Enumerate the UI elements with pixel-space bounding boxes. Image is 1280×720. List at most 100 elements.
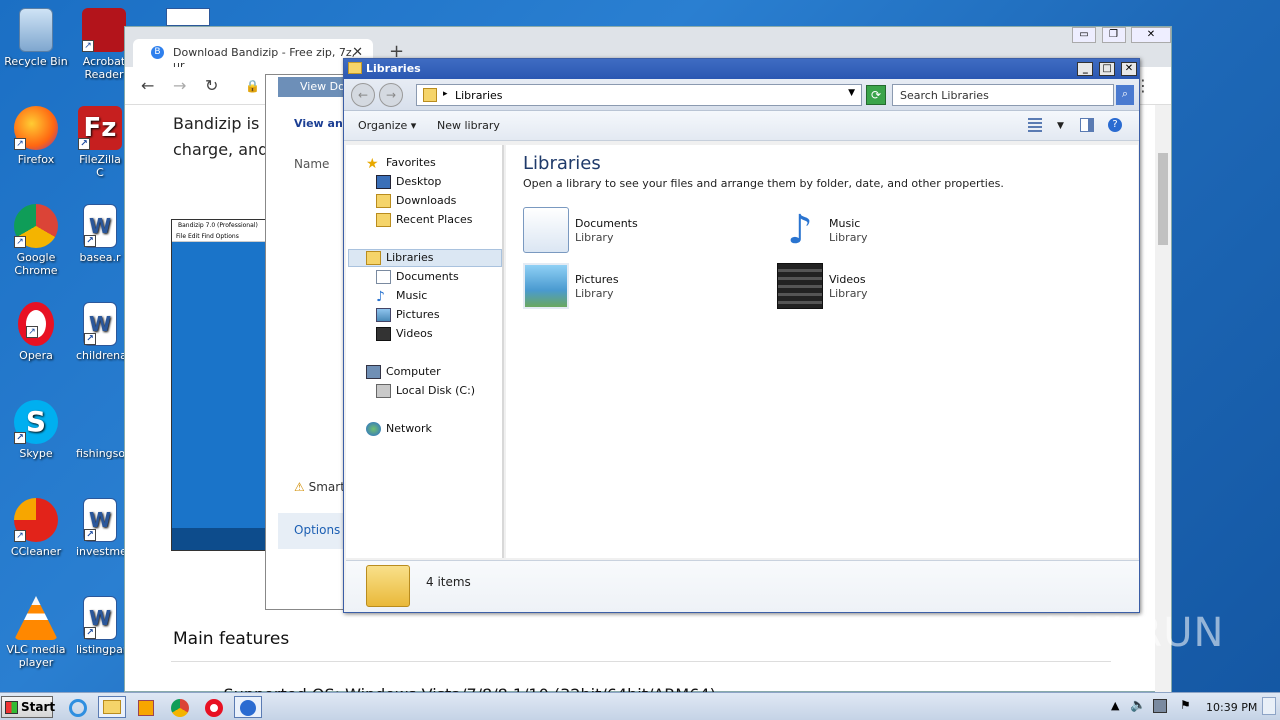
- library-videos[interactable]: Videos Library: [777, 263, 1007, 311]
- window-title: Libraries: [366, 62, 421, 75]
- preview-pane-icon[interactable]: [1080, 118, 1094, 132]
- search-icon[interactable]: ⌕: [1116, 85, 1134, 105]
- desktop-icon-investmen[interactable]: W↗ investmen: [76, 498, 124, 558]
- nav-label: Music: [396, 289, 428, 302]
- back-arrow-icon[interactable]: ←: [141, 76, 154, 95]
- desktop-icon-chrome[interactable]: ↗ Google Chrome: [1, 204, 71, 277]
- breadcrumb-libraries[interactable]: Libraries: [455, 89, 503, 102]
- nav-item-favorites[interactable]: ★ Favorites: [366, 155, 436, 172]
- nav-item-documents[interactable]: Documents: [376, 269, 459, 286]
- volume-icon[interactable]: 🔈: [1130, 698, 1146, 713]
- taskbar-clock[interactable]: 10:39 PM: [1206, 701, 1257, 714]
- taskbar-ie-icon[interactable]: [64, 696, 92, 718]
- nav-item-music[interactable]: ♪ Music: [376, 288, 427, 305]
- desktop-icon-recycle-bin[interactable]: Recycle Bin: [1, 8, 71, 68]
- desktop-icon-filezilla[interactable]: Fz ↗ FileZilla C: [76, 106, 124, 179]
- minimize-button[interactable]: ▭: [1072, 27, 1096, 43]
- firefox-icon: ↗: [14, 106, 58, 150]
- desktop-icon-label: FileZilla C: [79, 153, 121, 179]
- desktop-icon-firefox[interactable]: ↗ Firefox: [1, 106, 71, 166]
- help-icon[interactable]: ?: [1108, 118, 1122, 132]
- nav-item-recent-places[interactable]: Recent Places: [376, 212, 473, 229]
- taskbar-media-player-icon[interactable]: [132, 696, 160, 718]
- forward-arrow-icon[interactable]: →: [379, 83, 403, 107]
- taskbar-opera-icon[interactable]: [200, 696, 228, 718]
- desktop-icon-childrenas[interactable]: W↗ childrenas: [76, 302, 124, 362]
- screenshot-title: Bandizip 7.0 (Professional): [172, 220, 280, 232]
- close-button[interactable]: ✕: [1121, 62, 1137, 76]
- taskbar-explorer-icon[interactable]: [98, 696, 126, 718]
- flag-icon[interactable]: ⚑: [1180, 698, 1191, 712]
- organize-button[interactable]: Organize ▾: [358, 119, 416, 132]
- back-arrow-icon[interactable]: ←: [351, 83, 375, 107]
- nav-item-videos[interactable]: Videos: [376, 326, 433, 343]
- tab-bandizip[interactable]: B Download Bandizip - Free zip, 7z, ur ✕: [133, 39, 373, 72]
- details-pane: 4 items: [346, 560, 1139, 612]
- minimize-button[interactable]: _: [1077, 62, 1094, 76]
- taskbar-downloads-icon[interactable]: [234, 696, 262, 718]
- desktop-icon-ccleaner[interactable]: ↗ CCleaner: [1, 498, 71, 558]
- desktop-doc-icon-partial[interactable]: [166, 8, 210, 26]
- nav-item-downloads[interactable]: Downloads: [376, 193, 456, 210]
- explorer-window: Libraries _ □ ✕ ← → ▸ Libraries ▼ ⟳ Sear…: [343, 58, 1140, 613]
- shield-icon: ⚠: [294, 480, 305, 494]
- desktop-icon-skype[interactable]: S ↗ Skype: [1, 400, 71, 460]
- nav-item-libraries[interactable]: Libraries: [366, 250, 434, 267]
- desktop-icon-label: VLC media player: [6, 643, 66, 669]
- library-pictures[interactable]: Pictures Library: [523, 263, 753, 311]
- word-doc-icon: W ↗: [83, 302, 117, 346]
- library-type: Library: [829, 287, 868, 300]
- navigation-pane: ★ Favorites Desktop Downloads Recent Plac…: [346, 145, 504, 558]
- main-features-heading: Main features: [173, 629, 290, 649]
- forward-arrow-icon[interactable]: →: [173, 76, 186, 95]
- new-library-button[interactable]: New library: [437, 119, 500, 132]
- nav-item-network[interactable]: Network: [366, 421, 432, 438]
- view-options-icon[interactable]: [1028, 118, 1042, 132]
- nav-item-local-disk[interactable]: Local Disk (C:): [376, 383, 475, 400]
- desktop-icon-basea[interactable]: W ↗ basea.r: [76, 204, 124, 264]
- library-documents[interactable]: Documents Library: [523, 207, 753, 255]
- nav-item-desktop[interactable]: Desktop: [376, 174, 441, 191]
- show-desktop-button[interactable]: [1262, 697, 1276, 715]
- library-name: Music: [829, 217, 861, 230]
- libraries-folder-icon: [348, 62, 362, 74]
- name-column-header[interactable]: Name: [294, 157, 329, 171]
- taskbar-chrome-icon[interactable]: [166, 696, 194, 718]
- desktop-icon-vlc[interactable]: VLC media player: [1, 596, 71, 669]
- view-downloads-dialog: View Do View and Name ⚠ Smart Options: [265, 74, 358, 610]
- desktop-icon-label: fishingsor: [76, 447, 124, 460]
- breadcrumb-arrow-icon[interactable]: ▸: [443, 89, 448, 99]
- desktop-icon: [376, 175, 391, 189]
- network-tray-icon[interactable]: [1153, 699, 1167, 713]
- chevron-down-icon[interactable]: ▼: [1057, 121, 1064, 131]
- search-input[interactable]: Search Libraries: [892, 84, 1114, 106]
- desktop-icon-opera[interactable]: ↗ Opera: [1, 302, 71, 362]
- library-music[interactable]: ♪ Music Library: [777, 207, 1007, 255]
- scrollbar-thumb[interactable]: [1158, 153, 1168, 245]
- desktop-icon-label: Recycle Bin: [4, 55, 68, 68]
- chrome-scrollbar[interactable]: [1155, 105, 1171, 693]
- intro-line: charge, and: [173, 140, 269, 159]
- videos-icon: [376, 327, 391, 341]
- library-name: Videos: [829, 273, 866, 286]
- refresh-icon[interactable]: ⟳: [866, 85, 886, 105]
- skype-icon: S ↗: [14, 400, 58, 444]
- network-icon: [366, 422, 381, 436]
- desktop-icon-fishingsor[interactable]: fishingsor: [76, 400, 124, 460]
- videos-library-icon: [777, 263, 823, 309]
- chevron-down-icon[interactable]: ▼: [848, 88, 855, 98]
- close-button[interactable]: ✕: [1131, 27, 1171, 43]
- start-button[interactable]: Start: [1, 696, 55, 718]
- documents-library-icon: [523, 207, 569, 253]
- maximize-button[interactable]: □: [1099, 62, 1116, 76]
- tray-chevron-up-icon[interactable]: ▲: [1111, 699, 1119, 712]
- reload-icon[interactable]: ↻: [205, 76, 218, 95]
- nav-item-pictures[interactable]: Pictures: [376, 307, 440, 324]
- desktop-icon-listingpar[interactable]: W ↗ listingpar: [76, 596, 124, 656]
- nav-item-computer[interactable]: Computer: [366, 364, 441, 381]
- restore-button[interactable]: ❐: [1101, 27, 1126, 43]
- path-box[interactable]: ▸ Libraries ▼: [416, 84, 862, 106]
- library-type: Library: [575, 231, 614, 244]
- nav-label: Documents: [396, 270, 459, 283]
- bandizip-favicon-icon: B: [151, 46, 164, 59]
